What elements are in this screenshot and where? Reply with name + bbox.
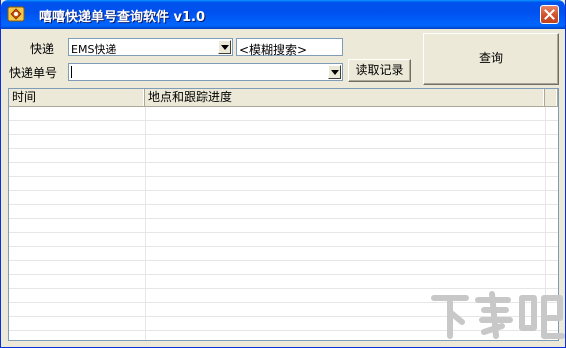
table-row [9, 149, 558, 163]
chevron-down-icon [331, 70, 339, 75]
tracking-dropdown-button[interactable] [328, 65, 341, 79]
table-row [9, 135, 558, 149]
column-header-location-progress[interactable]: 地点和跟踪进度 [145, 89, 545, 106]
column-header-filler [545, 89, 558, 106]
watermark-logo [426, 288, 566, 344]
courier-dropdown-button[interactable] [218, 40, 231, 54]
query-button[interactable]: 查询 [423, 33, 559, 85]
table-row [9, 275, 558, 289]
courier-select-value: EMS快递 [71, 43, 117, 56]
tracking-number-label: 快递单号 [9, 66, 58, 80]
app-logo-icon[interactable] [7, 5, 25, 23]
fuzzy-search-value: <模糊搜索> [239, 43, 308, 57]
text-caret [71, 66, 72, 78]
table-row [9, 247, 558, 261]
read-records-button[interactable]: 读取记录 [348, 59, 411, 82]
table-row [9, 261, 558, 275]
table-row [9, 205, 558, 219]
courier-select[interactable]: EMS快递 [68, 38, 233, 56]
courier-label: 快递 [30, 42, 55, 56]
tracking-number-input[interactable] [68, 63, 343, 81]
close-button[interactable] [540, 5, 559, 24]
table-header: 时间 地点和跟踪进度 [9, 89, 558, 107]
table-row [9, 177, 558, 191]
main-window: 嘻嘻快递单号查询软件 v1.0 快递 EMS快递 <模糊搜索> 快递单号 读取记… [0, 0, 566, 348]
chevron-down-icon [221, 45, 229, 50]
table-row [9, 191, 558, 205]
column-header-time[interactable]: 时间 [9, 89, 145, 106]
fuzzy-search-input[interactable]: <模糊搜索> [236, 38, 343, 57]
close-icon [544, 9, 555, 20]
table-row [9, 233, 558, 247]
window-title: 嘻嘻快递单号查询软件 v1.0 [39, 10, 206, 25]
table-row [9, 219, 558, 233]
title-bar[interactable]: 嘻嘻快递单号查询软件 v1.0 [1, 0, 565, 29]
table-row [9, 107, 558, 121]
table-row [9, 121, 558, 135]
table-row [9, 163, 558, 177]
